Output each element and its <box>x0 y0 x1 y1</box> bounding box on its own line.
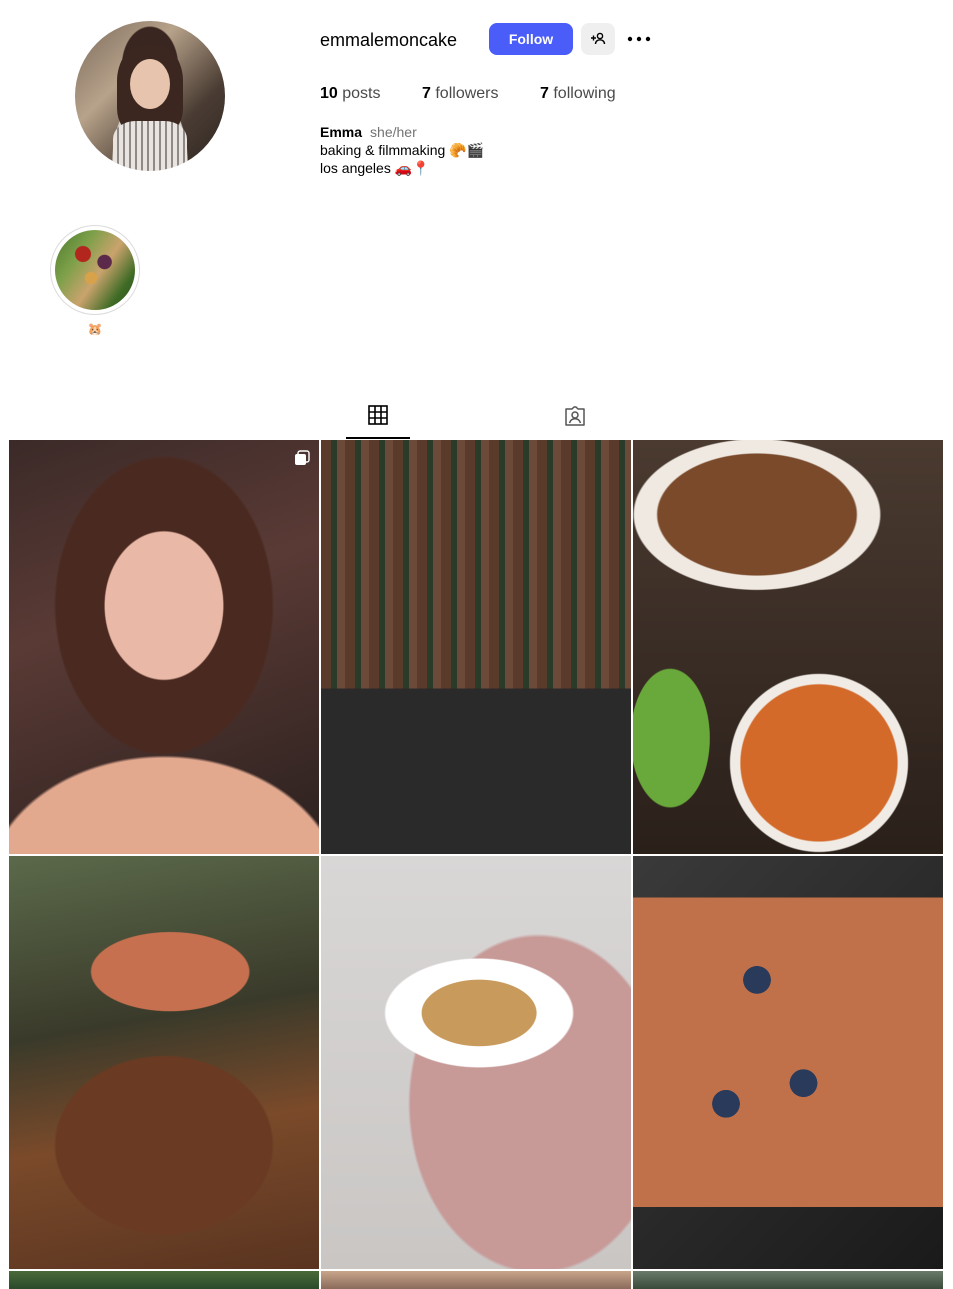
post-thumbnail-portrait[interactable] <box>9 440 319 854</box>
profile-avatar[interactable] <box>75 21 225 171</box>
followers-stat[interactable]: 7 followers <box>422 84 499 104</box>
following-label: following <box>553 85 616 102</box>
post-thumbnail-blueberry-cake[interactable] <box>633 856 943 1269</box>
followers-count: 7 <box>422 85 431 102</box>
tab-tagged[interactable] <box>543 392 607 439</box>
bio-line: los angeles 🚗📍 <box>320 160 430 176</box>
avatar-apron <box>113 121 187 171</box>
bio-line: baking & filmmaking 🥐🎬 <box>320 142 485 158</box>
bio-pronouns: she/her <box>370 124 417 140</box>
posts-stat: 10 posts <box>320 84 381 104</box>
more-icon <box>627 36 651 42</box>
multiple-images-icon <box>295 450 310 465</box>
bio-name-row: Emma she/her <box>320 123 484 141</box>
follow-button[interactable]: Follow <box>489 23 573 55</box>
suggested-users-button[interactable] <box>581 23 615 55</box>
post-thumbnail-partial[interactable] <box>321 1271 631 1289</box>
post-thumbnail-pancakes[interactable] <box>321 856 631 1269</box>
post-thumbnail-partial[interactable] <box>633 1271 943 1289</box>
following-count: 7 <box>540 85 549 102</box>
posts-label: posts <box>342 85 381 102</box>
highlight-label: 🐹 <box>87 322 103 336</box>
following-stat[interactable]: 7 following <box>540 84 616 104</box>
posts-count: 10 <box>320 85 338 102</box>
tagged-icon <box>565 405 585 426</box>
highlight-cover <box>55 230 135 310</box>
profile-tabs <box>9 392 943 440</box>
avatar-face <box>130 59 170 109</box>
post-thumbnail-partial[interactable] <box>9 1271 319 1289</box>
post-thumbnail-wine-bar[interactable] <box>321 440 631 854</box>
grid-icon <box>368 404 388 425</box>
bio-name: Emma <box>320 124 363 140</box>
profile-bio: Emma she/her baking & filmmaking 🥐🎬 los a… <box>320 123 484 177</box>
story-highlight[interactable] <box>50 225 140 315</box>
add-user-icon <box>591 32 606 45</box>
username: emmalemoncake <box>320 30 458 50</box>
post-thumbnail-noodle-soup[interactable] <box>633 440 943 854</box>
more-options-button[interactable] <box>626 27 652 51</box>
posts-grid <box>9 440 943 1289</box>
tab-posts[interactable] <box>346 392 410 439</box>
followers-label: followers <box>435 85 499 102</box>
post-thumbnail-cocktail[interactable] <box>9 856 319 1269</box>
